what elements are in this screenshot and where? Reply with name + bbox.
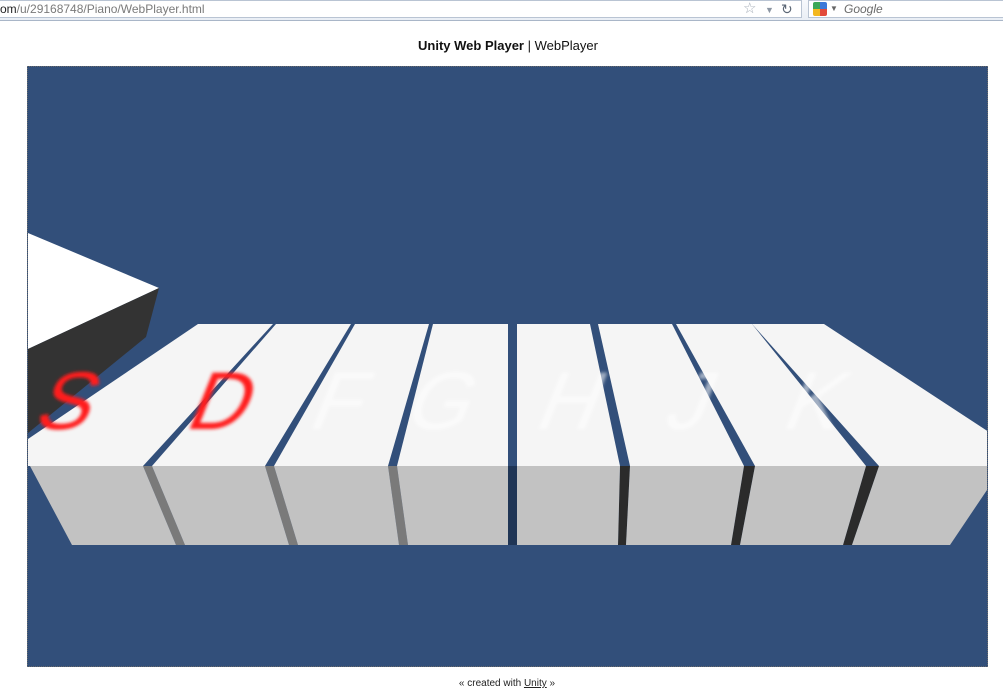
footer-suffix: » bbox=[546, 678, 556, 689]
google-engine-icon[interactable] bbox=[813, 2, 827, 16]
page-footer: « created with Unity » bbox=[0, 678, 1003, 690]
search-engine-dropdown-icon[interactable]: ▼ bbox=[830, 4, 838, 13]
unity-player[interactable]: A S D F G H J K bbox=[27, 66, 988, 667]
search-input[interactable]: Google bbox=[844, 2, 883, 16]
unity-link[interactable]: Unity bbox=[524, 678, 547, 689]
key-gap-4 bbox=[508, 466, 517, 545]
history-dropdown-icon[interactable]: ▼ bbox=[765, 4, 774, 16]
bookmark-star-icon[interactable]: ☆ bbox=[743, 1, 756, 17]
page-title-rest: WebPlayer bbox=[534, 38, 598, 53]
page-title-bold: Unity Web Player bbox=[418, 38, 524, 53]
search-bar[interactable]: ▼ Google bbox=[808, 0, 1003, 18]
page-title-separator: | bbox=[524, 38, 535, 53]
address-url[interactable]: om/u/29168748/Piano/WebPlayer.html bbox=[0, 2, 205, 16]
piano-scene[interactable]: A S D F G H J K bbox=[28, 67, 988, 667]
reload-icon[interactable]: ↻ bbox=[781, 1, 793, 17]
footer-prefix: « created with bbox=[458, 678, 524, 689]
address-bar[interactable]: om/u/29168748/Piano/WebPlayer.html ☆ ▼ ↻ bbox=[0, 0, 802, 18]
browser-toolbar: om/u/29168748/Piano/WebPlayer.html ☆ ▼ ↻… bbox=[0, 0, 1003, 21]
page-title: Unity Web Player | WebPlayer bbox=[0, 38, 1003, 54]
